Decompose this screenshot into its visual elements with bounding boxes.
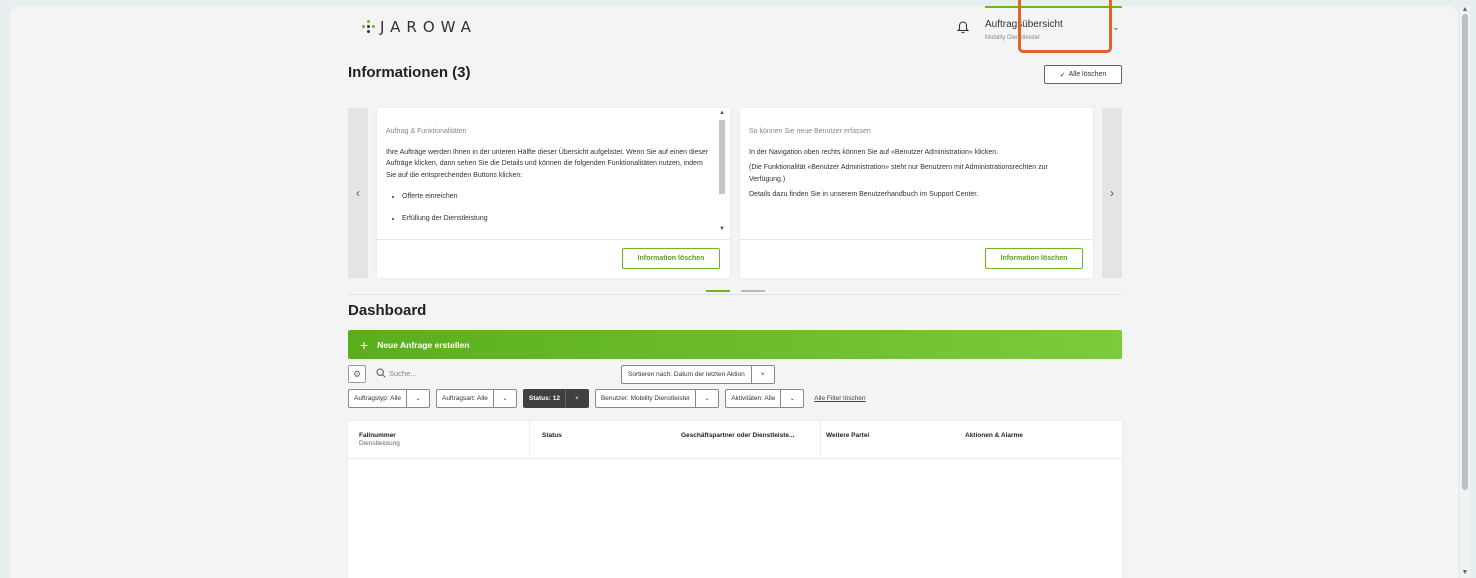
info-card-subject: Auftrag & Funktionalitäten — [386, 128, 467, 135]
chevron-down-icon[interactable]: ⌄ — [405, 390, 429, 407]
column-header-label: Fallnummer — [359, 432, 396, 439]
info-card-text: (Die Funktionalität «Benutzer Administra… — [749, 164, 1048, 183]
logo-mark-icon — [362, 20, 376, 34]
filter-label: Aktivitäten: Alle — [731, 395, 776, 402]
filter-benutzer[interactable]: Benutzer: Mobility Dienstleister ⌄ — [594, 389, 720, 408]
logo-text: JAROWA — [380, 18, 477, 36]
clear-all-filters-link[interactable]: Alle Filter löschen — [814, 395, 865, 402]
scroll-up-arrow-icon[interactable]: ▲ — [1461, 6, 1469, 14]
click-highlight-annotation — [1018, 0, 1112, 53]
table-settings-button[interactable]: ⚙ — [348, 365, 366, 383]
filter-auftragstyp[interactable]: Auftragstyp: Alle ⌄ — [348, 389, 430, 408]
filter-status[interactable]: Status: 12 × — [522, 389, 589, 408]
info-card-content: So können Sie neue Benutzer erfassen In … — [749, 126, 1083, 203]
scroll-down-arrow-icon[interactable]: ▼ — [718, 226, 726, 232]
search-placeholder: Suche... — [389, 368, 417, 378]
table-header: Fallnummer Dienstleistung Status Geschäf… — [348, 421, 1122, 459]
jarowa-logo[interactable]: JAROWA — [362, 18, 477, 36]
info-card-text: Details dazu finden Sie in unserem Benut… — [749, 191, 979, 198]
info-card: So können Sie neue Benutzer erfassen In … — [740, 108, 1093, 278]
filter-label: Auftragstyp: Alle — [354, 395, 401, 402]
plus-icon: + — [360, 336, 369, 353]
close-icon[interactable]: × — [564, 390, 588, 407]
column-header-partner[interactable]: Geschäftspartner oder Dienstleiste... — [681, 432, 794, 439]
bullet-item: Erfüllung der Dienstleistung — [402, 213, 712, 225]
sort-label: Sortieren nach: Datum der letzten Aktion — [628, 371, 745, 378]
filter-label: Benutzer: Mobility Dienstleister — [600, 395, 691, 402]
column-header-sublabel: Dienstleistung — [359, 440, 400, 447]
search-icon — [376, 368, 386, 378]
chevron-right-icon: › — [1110, 186, 1114, 200]
filter-auftragsart[interactable]: Auftragsart: Alle ⌄ — [435, 389, 517, 408]
column-divider — [820, 421, 821, 459]
column-divider — [529, 421, 530, 459]
carousel-dot-active[interactable] — [706, 290, 730, 292]
card-divider — [377, 239, 730, 240]
search-input[interactable]: Suche... — [376, 368, 417, 378]
info-card-text: Ihre Aufträge werden Ihnen in der untere… — [386, 148, 709, 179]
scroll-down-arrow-icon[interactable]: ▼ — [1461, 569, 1469, 577]
filter-label: Auftragsart: Alle — [441, 395, 488, 402]
new-request-button[interactable]: + Neue Anfrage erstellen — [348, 330, 1122, 359]
card-divider — [740, 239, 1093, 240]
card-scrollbar[interactable]: ▲ ▼ — [718, 110, 726, 236]
carousel-pagination — [706, 290, 765, 292]
chevron-left-icon: ‹ — [356, 186, 360, 200]
delete-information-button[interactable]: Information löschen — [985, 248, 1083, 269]
carousel-prev-button[interactable]: ‹ — [348, 108, 368, 278]
text-fade — [377, 224, 716, 238]
info-card-subject: So können Sie neue Benutzer erfassen — [749, 128, 871, 135]
notification-bell-icon[interactable] — [957, 21, 969, 34]
dashboard-title: Dashboard — [348, 302, 427, 319]
info-card-bullets: Offerte einreichen Erfüllung der Dienstl… — [402, 191, 712, 224]
column-header-weitere-partei[interactable]: Weitere Partei — [826, 432, 869, 439]
carousel-next-button[interactable]: › — [1102, 108, 1122, 278]
scrollbar-thumb[interactable] — [1462, 14, 1468, 490]
column-header-fallnummer[interactable]: Fallnummer Dienstleistung — [359, 432, 400, 447]
column-header-aktionen[interactable]: Aktionen & Alarme — [965, 432, 1023, 439]
chevron-down-icon[interactable]: ⌄ — [780, 390, 803, 407]
gear-icon: ⚙ — [352, 368, 362, 379]
new-request-label: Neue Anfrage erstellen — [377, 339, 470, 350]
filter-label: Status: 12 — [528, 395, 560, 402]
clear-sort-icon[interactable]: × — [750, 366, 774, 383]
column-header-status[interactable]: Status — [542, 432, 562, 439]
checkmark-icon: ✓ — [1059, 71, 1066, 79]
filter-aktivitaeten[interactable]: Aktivitäten: Alle ⌄ — [725, 389, 805, 408]
chevron-down-icon[interactable]: ⌄ — [1112, 22, 1120, 33]
info-card: Auftrag & Funktionalitäten Ihre Aufträge… — [377, 108, 730, 278]
clear-all-info-button[interactable]: ✓ Alle löschen — [1044, 65, 1122, 84]
info-card-text: In der Navigation oben rechts können Sie… — [749, 148, 999, 156]
filter-bar: Auftragstyp: Alle ⌄ Auftragsart: Alle ⌄ … — [348, 389, 866, 408]
page-scrollbar[interactable]: ▲ ▼ — [1460, 6, 1470, 578]
scroll-up-arrow-icon[interactable]: ▲ — [718, 110, 726, 116]
bullet-item: Offerte einreichen — [402, 191, 712, 203]
section-divider — [348, 294, 1122, 295]
info-card-content: Auftrag & Funktionalitäten Ihre Aufträge… — [386, 126, 712, 224]
info-section-title: Informationen (3) — [348, 64, 471, 81]
sort-dropdown[interactable]: Sortieren nach: Datum der letzten Aktion… — [621, 365, 775, 384]
chevron-down-icon[interactable]: ⌄ — [492, 390, 516, 407]
card-scrollbar-thumb[interactable] — [719, 120, 725, 194]
clear-all-label: Alle löschen — [1068, 71, 1107, 78]
delete-information-button[interactable]: Information löschen — [622, 248, 720, 269]
orders-table: Fallnummer Dienstleistung Status Geschäf… — [348, 421, 1122, 578]
chevron-down-icon[interactable]: ⌄ — [695, 390, 718, 407]
carousel-dot[interactable] — [741, 290, 765, 292]
